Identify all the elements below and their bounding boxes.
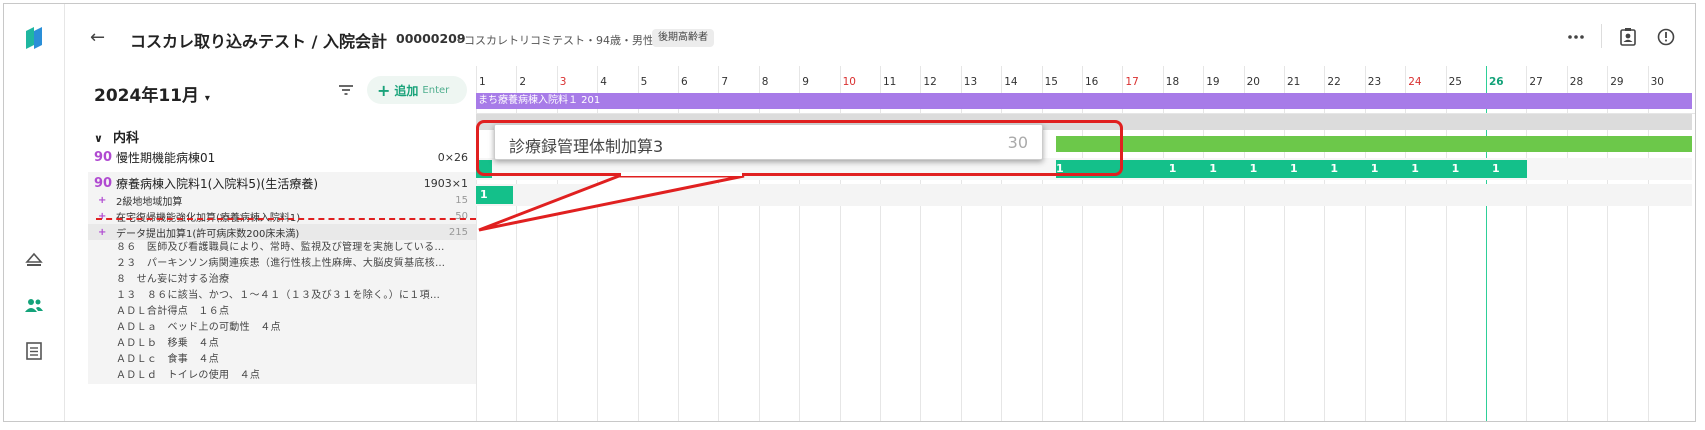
insurance-badge: 後期高齢者: [652, 29, 714, 47]
month-label: 2024年11月: [94, 86, 199, 106]
cell-value: 1: [1209, 162, 1217, 175]
caret-down-icon: ▾: [204, 93, 210, 104]
addon-item[interactable]: + 在宅復帰機能強化加算(療養病棟入院料1) 50: [88, 208, 476, 224]
eject-icon[interactable]: [22, 248, 46, 272]
cell-value: 1: [1330, 162, 1339, 175]
day-cell[interactable]: 1: [1203, 160, 1245, 178]
row-background: [476, 184, 1692, 206]
detail-line: １３ ８６に該当、かつ、１～４１（１３及び３１を除く。）に１項…: [88, 288, 476, 304]
app-window: ← コスカレ取り込みテスト / 入院会計 00000209 ・コスカレトリコミテ…: [3, 3, 1696, 422]
fee-list-panel: 2024年11月 ▾ + 追加 Enter ∨ 内科 90 慢性期機能病棟01 0…: [66, 66, 476, 421]
add-button[interactable]: + 追加 Enter: [367, 76, 467, 104]
ward-bar[interactable]: まち療養病棟入院料１ 201: [476, 93, 1692, 109]
app-logo-icon[interactable]: [22, 26, 46, 50]
item-points: 90: [94, 149, 113, 165]
plus-icon: +: [98, 226, 107, 238]
detail-line: ＡＤＬ合計得点 １６点: [88, 304, 476, 320]
header-divider: [1601, 24, 1602, 48]
addon-item[interactable]: + 2級地地域加算 15: [88, 192, 476, 208]
item-name: 慢性期機能病棟01: [116, 150, 216, 165]
day-cell[interactable]: 1: [1486, 160, 1528, 178]
more-icon[interactable]: [1565, 26, 1587, 48]
addon-name: データ提出加算1(許可病床数200床未満): [116, 228, 300, 240]
addon-item[interactable]: + データ提出加算1(許可病床数200床未満) 215: [88, 224, 476, 240]
item-points: 90: [94, 175, 113, 191]
cell-value: 1: [1290, 162, 1298, 175]
addon-name: 2級地地域加算: [116, 196, 183, 208]
detail-line: ８ せん妄に対する治療: [88, 272, 476, 288]
fee-item[interactable]: 90 慢性期機能病棟01 0×26: [88, 146, 476, 168]
patient-info: ・コスカレトリコミテスト・94歳・男性: [453, 34, 654, 47]
detail-line: ２３ パーキンソン病関連疾患（進行性核上性麻痺、大脳皮質基底核…: [88, 256, 476, 272]
detail-line: ＡＤＬａ ベッド上の可動性 ４点: [88, 320, 476, 336]
day-cell[interactable]: 1: [1364, 160, 1407, 178]
addon-name: 在宅復帰機能強化加算(療養病棟入院料1): [116, 212, 301, 224]
month-selector[interactable]: 2024年11月 ▾: [94, 81, 210, 106]
info-icon[interactable]: [1655, 26, 1677, 48]
cell-value: 1: [480, 188, 488, 201]
contact-card-icon[interactable]: [1617, 26, 1639, 48]
plus-icon: +: [377, 80, 391, 100]
filter-icon[interactable]: [336, 80, 356, 100]
back-arrow-icon[interactable]: ←: [90, 27, 105, 48]
day-cell[interactable]: 1: [1284, 160, 1326, 178]
cell-value: 1: [1492, 162, 1500, 175]
cell-value: 1: [1168, 162, 1177, 175]
callout-frame: [476, 120, 1123, 176]
detail-line: ８６ 医師及び看護職員により、常時、監視及び管理を実施している…: [88, 240, 476, 256]
fee-item[interactable]: 90 療養病棟入院料1(入院料5)(生活療養) 1903×1: [88, 172, 476, 194]
department-label: 内科: [112, 131, 139, 146]
patients-icon[interactable]: [22, 293, 46, 317]
inserted-item-marker: [96, 218, 476, 220]
list-icon[interactable]: [22, 339, 46, 363]
green-bar[interactable]: [1056, 136, 1692, 152]
cell-value: 1: [1411, 162, 1419, 175]
day-cell[interactable]: 1: [1162, 160, 1205, 178]
department-header[interactable]: ∨ 内科: [94, 127, 139, 146]
page-title: コスカレ取り込みテスト / 入院会計: [130, 32, 387, 51]
detail-line: ＡＤＬｃ 食事 ４点: [88, 352, 476, 368]
day-cell[interactable]: 1: [1243, 160, 1285, 178]
addon-count: 215: [448, 226, 468, 238]
day-cell[interactable]: 1: [1445, 160, 1487, 178]
day-cell[interactable]: 1: [476, 186, 513, 204]
cell-value: 1: [1370, 162, 1379, 175]
add-shortcut-hint: Enter: [422, 84, 450, 96]
item-name: 療養病棟入院料1(入院料5)(生活療養): [116, 176, 318, 191]
plus-icon: +: [98, 194, 107, 206]
addon-count: 15: [455, 194, 468, 206]
day-cell[interactable]: 1: [1405, 160, 1447, 178]
detail-line: ＡＤＬｄ トイレの使用 ４点: [88, 368, 476, 384]
item-count: 1903×1: [423, 176, 468, 190]
page-header: ← コスカレ取り込みテスト / 入院会計 00000209 ・コスカレトリコミテ…: [66, 4, 1695, 66]
chevron-down-icon: ∨: [94, 132, 103, 145]
day-cell[interactable]: 1: [1324, 160, 1366, 178]
left-rail: [4, 4, 65, 421]
cell-value: 1: [1249, 162, 1258, 175]
cell-value: 1: [1451, 162, 1460, 175]
detail-line: ＡＤＬｂ 移乗 ４点: [88, 336, 476, 352]
add-label: 追加: [394, 83, 419, 98]
item-count: 0×26: [437, 150, 468, 164]
